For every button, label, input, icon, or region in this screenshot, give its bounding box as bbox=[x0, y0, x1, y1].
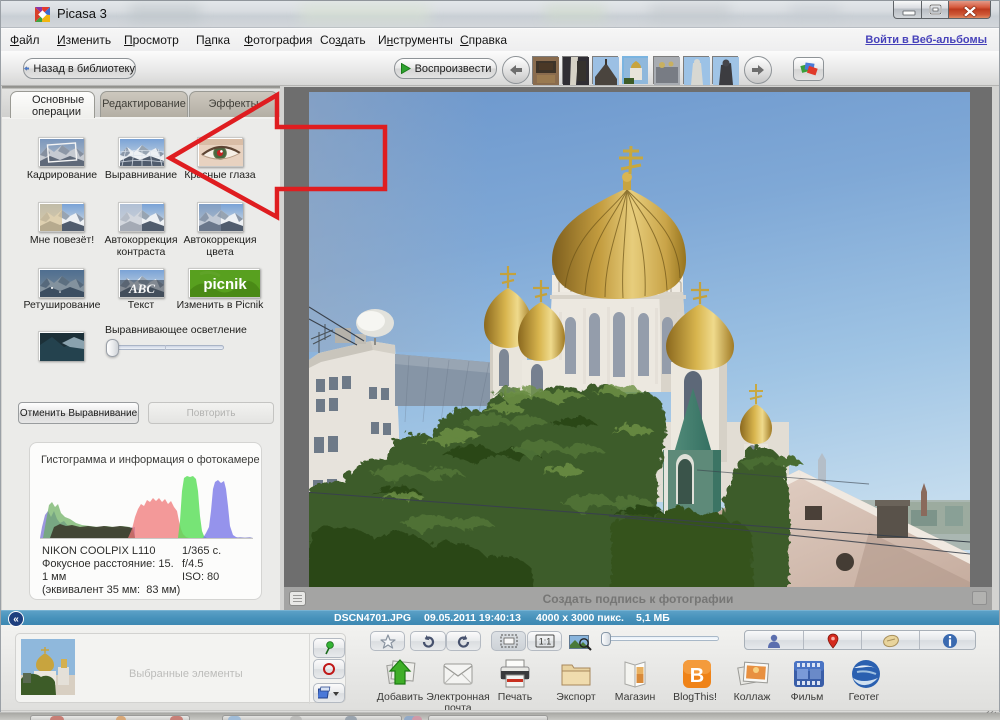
svg-text:1:1: 1:1 bbox=[538, 637, 551, 647]
svg-text:picnik: picnik bbox=[203, 276, 247, 293]
svg-text:B: B bbox=[690, 665, 704, 687]
svg-text:ABC: ABC bbox=[128, 281, 155, 296]
